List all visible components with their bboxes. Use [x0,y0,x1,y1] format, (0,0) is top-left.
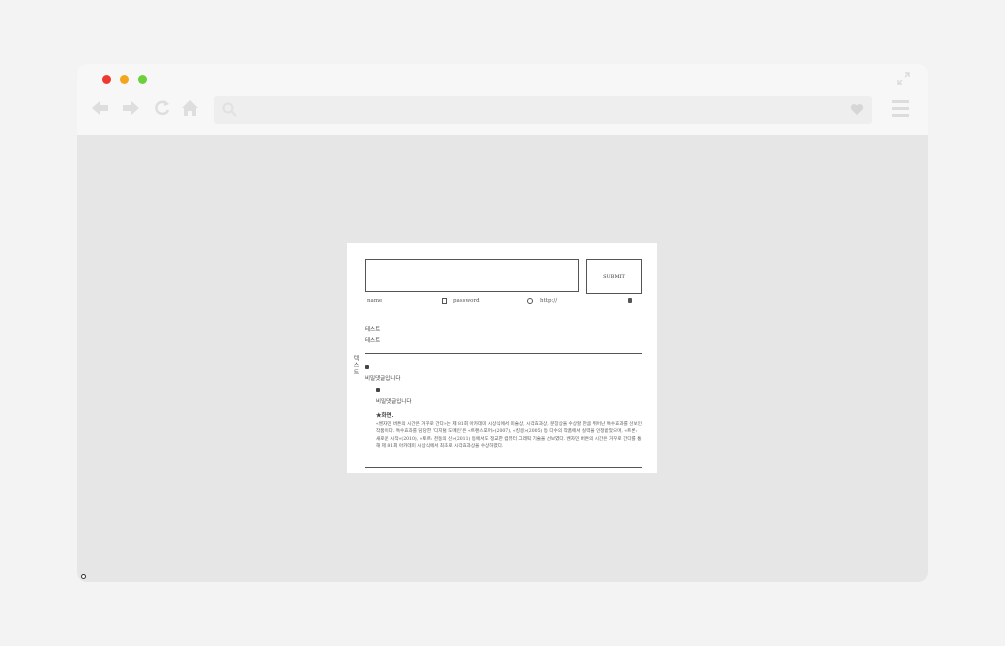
homepage-icon [527,298,533,304]
close-window-button[interactable] [102,75,111,84]
password-icon [442,298,447,304]
guestbook-page: 텍스트 SUBMIT name password http:// 테스트 테스트… [347,243,657,473]
side-tab[interactable]: 텍스트 [351,355,360,376]
lock-icon [365,365,369,369]
search-icon [222,102,237,117]
browser-toolbar [77,64,928,135]
url-field[interactable]: http:// [540,298,557,304]
password-field[interactable]: password [453,298,480,304]
secret-reply: 비밀댓글입니다 [376,399,412,405]
menu-icon[interactable] [892,100,909,117]
divider [365,353,642,354]
status-indicator-icon [81,574,86,579]
browser-window: 텍스트 SUBMIT name password http:// 테스트 테스트… [77,64,928,582]
secret-comment: 비밀댓글입니다 [365,376,401,382]
comment-textarea[interactable] [365,259,579,292]
secret-lock-icon[interactable] [628,298,632,303]
heart-icon[interactable] [850,103,864,116]
home-icon[interactable] [181,99,199,117]
address-bar[interactable] [214,96,872,124]
divider [365,467,642,468]
forward-arrow-icon[interactable] [122,99,140,117]
post-text: 테스트 [365,327,381,333]
zoom-window-button[interactable] [138,75,147,84]
reply-body: «벤자민 버튼의 시간은 거꾸로 간다»는 제 81회 아카데미 시상식에서 미… [376,422,642,449]
reload-icon[interactable] [153,99,171,117]
submit-button[interactable]: SUBMIT [586,259,642,294]
post-text: 테스트 [365,338,381,344]
minimize-window-button[interactable] [120,75,129,84]
expand-icon[interactable] [897,72,910,85]
lock-icon [376,388,380,392]
name-field[interactable]: name [367,298,382,304]
back-arrow-icon[interactable] [91,99,109,117]
reply-header: ★화면. [376,413,394,419]
